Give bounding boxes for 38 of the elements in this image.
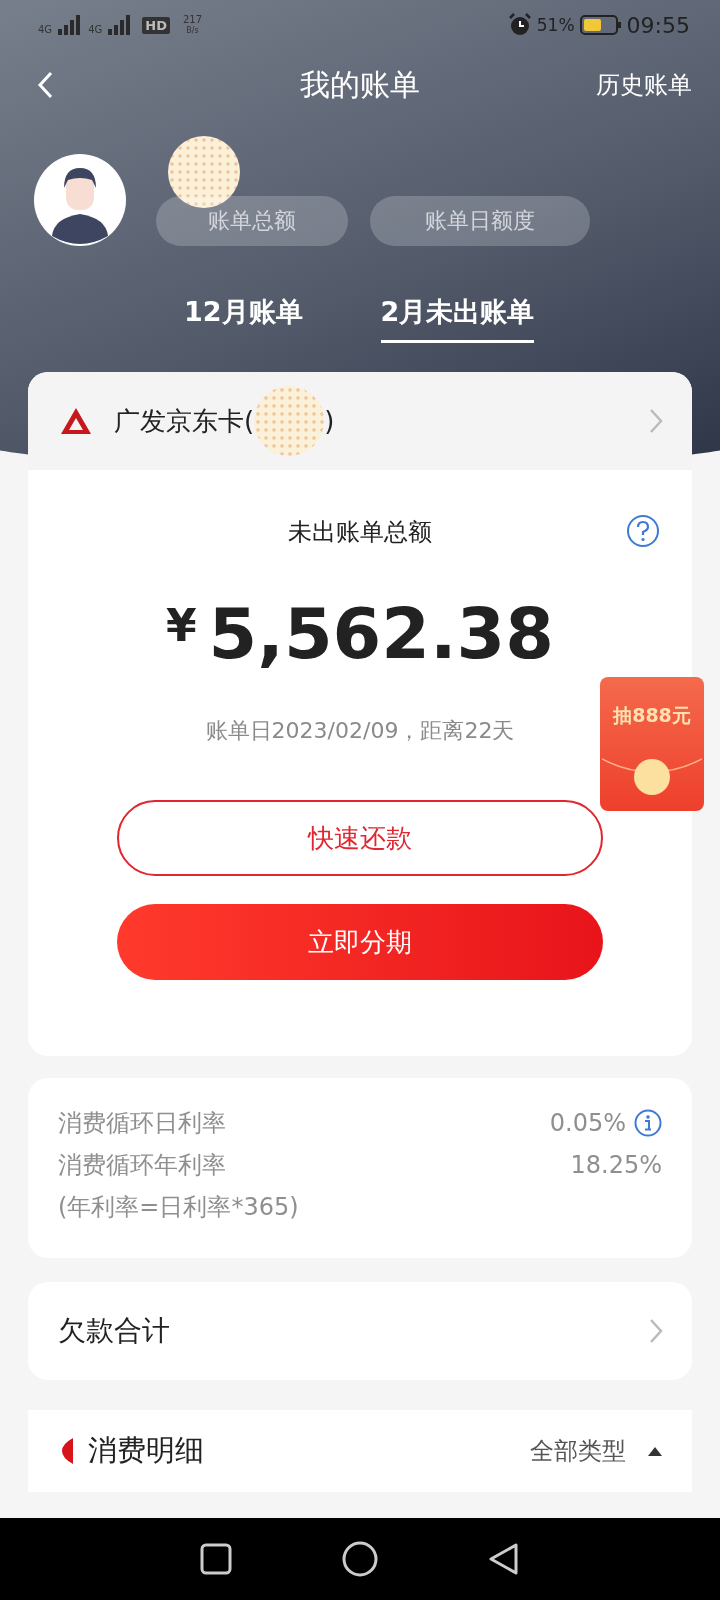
rate-value: 0.05% bbox=[549, 1108, 626, 1139]
debt-total-row[interactable]: 欠款合计 bbox=[28, 1282, 692, 1380]
card-name: ) bbox=[324, 406, 335, 436]
clock-time: 09:55 bbox=[626, 12, 690, 38]
chevron-right-icon bbox=[648, 1317, 664, 1345]
bill-tab[interactable]: 2月未出账单 bbox=[380, 282, 535, 343]
help-icon[interactable] bbox=[626, 514, 660, 548]
rate-label: 消费循环日利率 bbox=[58, 1108, 226, 1139]
bank-logo-icon bbox=[60, 407, 92, 435]
currency-symbol: ¥ bbox=[165, 600, 197, 651]
rate-value: 18.25% bbox=[570, 1150, 662, 1181]
installment-button[interactable]: 立即分期 bbox=[117, 904, 603, 980]
section-marker-icon bbox=[62, 1438, 74, 1464]
home-icon[interactable] bbox=[341, 1540, 379, 1578]
recents-icon[interactable] bbox=[199, 1542, 233, 1576]
quick-repay-button[interactable]: 快速还款 bbox=[117, 800, 603, 876]
back-nav-icon[interactable] bbox=[487, 1542, 521, 1576]
summary-label: 未出账单总额 bbox=[288, 518, 432, 546]
rate-label: 消费循环年利率 bbox=[58, 1150, 226, 1181]
page-title: 我的账单 bbox=[300, 65, 420, 104]
speed-unit: B/s bbox=[186, 26, 199, 36]
info-icon[interactable] bbox=[634, 1109, 662, 1137]
battery-percent: 51% bbox=[536, 15, 575, 35]
alarm-icon bbox=[507, 13, 532, 37]
section-title: 消费明细 bbox=[88, 1432, 205, 1469]
network-label: 4G bbox=[88, 24, 103, 36]
amount-value: 5,562.38 bbox=[208, 594, 554, 674]
card-name: 广发京东卡( bbox=[114, 404, 255, 438]
history-bills-link[interactable]: 历史账单 bbox=[596, 69, 692, 101]
rate-formula-note: (年利率=日利率*365) bbox=[58, 1192, 300, 1223]
avatar-icon bbox=[34, 154, 126, 246]
type-filter-dropdown[interactable]: 全部类型 bbox=[530, 1435, 626, 1467]
bill-tab[interactable]: 12月账单 bbox=[184, 282, 303, 340]
caret-up-icon[interactable] bbox=[648, 1446, 662, 1456]
speed-value: 217 bbox=[182, 14, 202, 26]
due-date-note: 账单日2023/02/09，距离22天 bbox=[205, 717, 515, 745]
network-label: 4G bbox=[38, 24, 53, 36]
battery-icon bbox=[579, 14, 622, 36]
